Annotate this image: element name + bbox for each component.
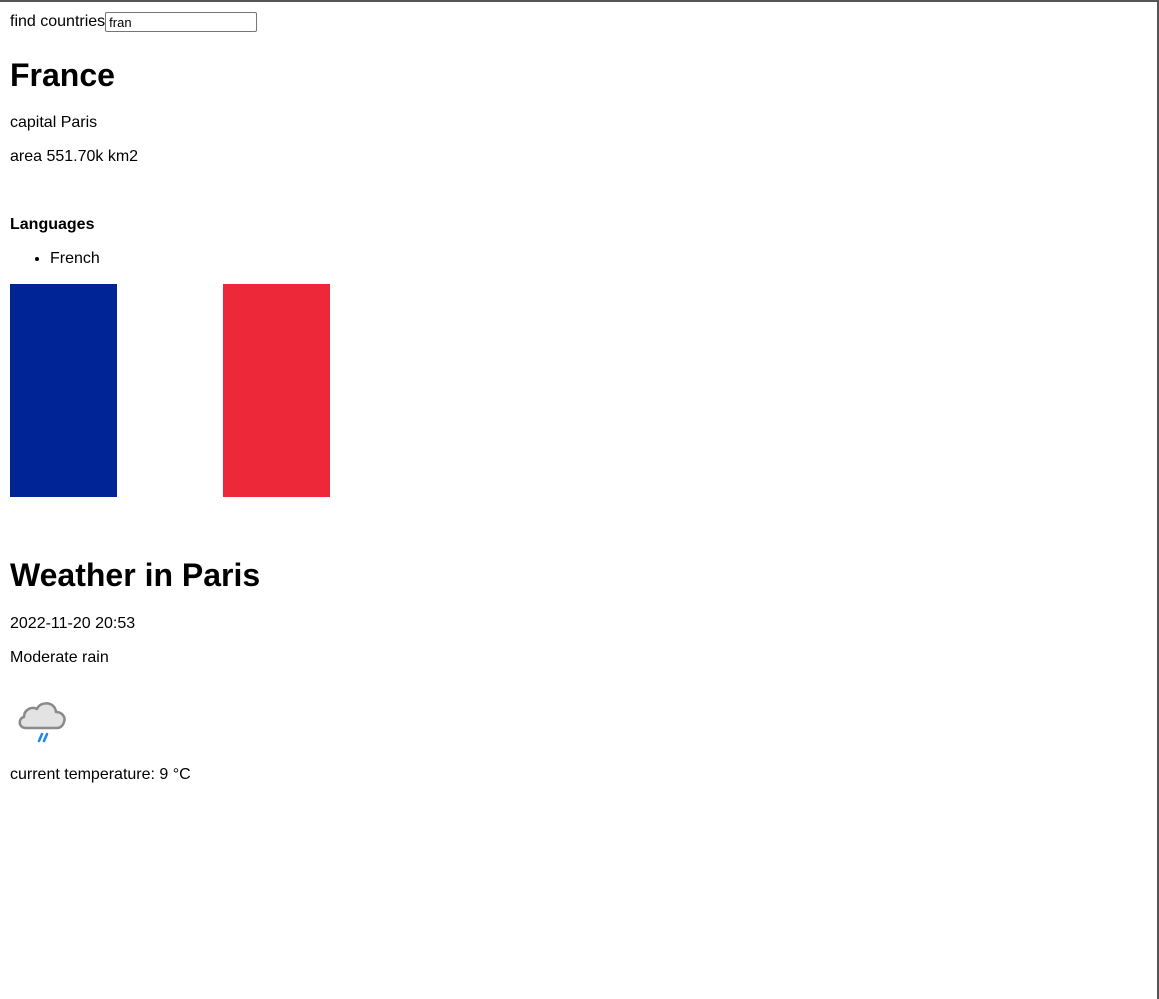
country-flag	[10, 284, 331, 497]
country-name: France	[10, 57, 115, 93]
window-top-border	[0, 0, 1159, 2]
area-line: area 551.70k km2	[10, 148, 139, 165]
weather-heading: Weather in Paris	[10, 557, 261, 593]
search-input[interactable]	[105, 12, 258, 32]
flag-stripe-red	[223, 284, 331, 497]
weather-condition: Moderate rain	[10, 649, 109, 666]
language-item: French	[50, 249, 100, 269]
capital-line: capital Paris	[10, 114, 98, 131]
languages-list: French	[10, 249, 100, 269]
flag-stripe-blue	[10, 284, 117, 497]
rain-cloud-icon	[18, 702, 66, 743]
flag-stripe-white	[116, 284, 224, 497]
current-temperature: current temperature: 9 °C	[10, 766, 191, 783]
languages-heading: Languages	[10, 216, 95, 233]
weather-time: 2022-11-20 20:53	[10, 615, 136, 632]
search-label: find countries	[10, 13, 106, 30]
search-row: find countries	[10, 11, 258, 33]
